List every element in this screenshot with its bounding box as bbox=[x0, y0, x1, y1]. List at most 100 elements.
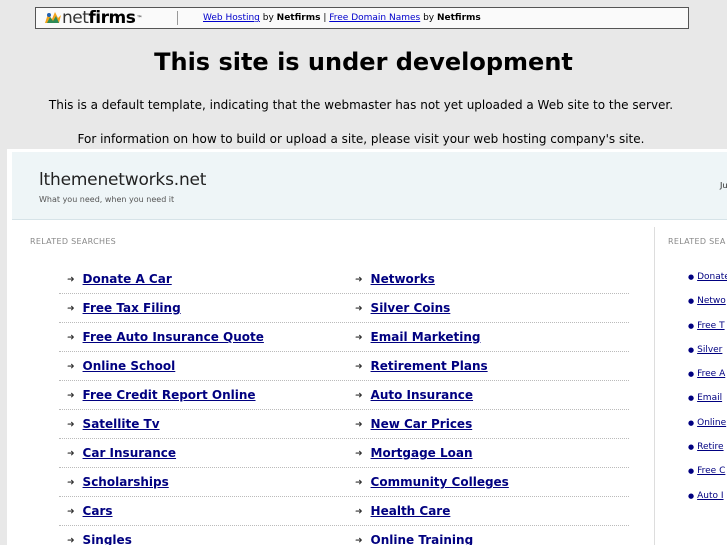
sidebar-related-searches-list: ● Donate ● Netwo ● Free T ● Silver ● Free A ● Email… bbox=[688, 272, 727, 515]
related-search-link[interactable]: Singles bbox=[83, 533, 132, 545]
bullet-icon: ● bbox=[688, 467, 695, 476]
column-divider bbox=[654, 227, 655, 545]
sidebar-search-link[interactable]: Netwo bbox=[697, 296, 726, 306]
sidebar-search-link[interactable]: Online bbox=[697, 418, 726, 428]
arrow-right-icon: ➜ bbox=[355, 449, 363, 459]
arrow-right-icon: ➜ bbox=[355, 304, 363, 314]
sidebar-search-link[interactable]: Retire bbox=[697, 442, 723, 452]
link-row: ➜ Online School ➜ Retirement Plans bbox=[59, 352, 629, 381]
related-search-link[interactable]: Satellite Tv bbox=[83, 417, 160, 431]
bullet-icon: ● bbox=[688, 370, 695, 379]
page-title: This site is under development bbox=[154, 48, 573, 76]
link-row: ➜ Free Tax Filing ➜ Silver Coins bbox=[59, 294, 629, 323]
related-search-item: ➜ Community Colleges bbox=[355, 475, 509, 489]
related-search-link[interactable]: Mortgage Loan bbox=[371, 446, 473, 460]
related-search-link[interactable]: Free Auto Insurance Quote bbox=[83, 330, 264, 344]
related-search-item: ➜ Silver Coins bbox=[355, 301, 450, 315]
related-search-item: ➜ Health Care bbox=[355, 504, 450, 518]
related-search-item: ➜ Free Tax Filing bbox=[67, 301, 181, 315]
sidebar-search-item: ● Silver bbox=[688, 345, 727, 369]
topbar-divider bbox=[177, 11, 178, 25]
related-search-link[interactable]: Free Credit Report Online bbox=[83, 388, 256, 402]
sidebar-search-item: ● Auto I bbox=[688, 491, 727, 515]
netfirms-logo[interactable]: net firms ™ bbox=[44, 9, 142, 27]
link-row: ➜ Satellite Tv ➜ New Car Prices bbox=[59, 410, 629, 439]
arrow-right-icon: ➜ bbox=[67, 478, 75, 488]
netfirms-logo-icon bbox=[45, 12, 61, 23]
related-search-link[interactable]: Donate A Car bbox=[83, 272, 172, 286]
arrow-right-icon: ➜ bbox=[67, 507, 75, 517]
related-search-link[interactable]: Scholarships bbox=[83, 475, 169, 489]
free-domain-names-link[interactable]: Free Domain Names bbox=[329, 13, 420, 23]
related-search-link[interactable]: Online School bbox=[83, 359, 176, 373]
sidebar-search-link[interactable]: Free A bbox=[697, 369, 725, 379]
parked-domain-frame: lthemenetworks.net What you need, when y… bbox=[7, 149, 727, 545]
related-search-link[interactable]: Networks bbox=[371, 272, 435, 286]
sidebar-search-link[interactable]: Donate bbox=[697, 272, 727, 282]
related-search-item: ➜ Scholarships bbox=[67, 475, 169, 489]
netfirms-brand-text: Netfirms bbox=[436, 13, 481, 23]
related-searches-label: RELATED SEARCHES bbox=[30, 237, 117, 246]
arrow-right-icon: ➜ bbox=[355, 391, 363, 401]
logo-text-net: net bbox=[62, 8, 89, 28]
arrow-right-icon: ➜ bbox=[67, 333, 75, 343]
sidebar-search-link[interactable]: Silver bbox=[697, 345, 722, 355]
bullet-icon: ● bbox=[688, 418, 695, 427]
related-search-item: ➜ Auto Insurance bbox=[355, 388, 473, 402]
sidebar-search-link[interactable]: Auto I bbox=[697, 491, 723, 501]
netfirms-brand-text: Netfirms bbox=[276, 13, 321, 23]
arrow-right-icon: ➜ bbox=[67, 304, 75, 314]
related-search-link[interactable]: Cars bbox=[83, 504, 113, 518]
netfirms-top-bar: net firms ™ Web Hosting by Netfirms | Free… bbox=[35, 7, 689, 29]
bullet-icon: ● bbox=[688, 297, 695, 306]
pipe-separator: | bbox=[320, 13, 330, 23]
arrow-right-icon: ➜ bbox=[355, 536, 363, 545]
link-row: ➜ Singles ➜ Online Training bbox=[59, 526, 629, 545]
site-title[interactable]: lthemenetworks.net bbox=[39, 169, 206, 191]
by-text: by bbox=[420, 13, 437, 23]
sidebar-search-item: ● Email bbox=[688, 393, 727, 417]
related-search-link[interactable]: Silver Coins bbox=[371, 301, 451, 315]
bullet-icon: ● bbox=[688, 273, 695, 281]
related-search-link[interactable]: Free Tax Filing bbox=[83, 301, 181, 315]
sidebar-search-link[interactable]: Free T bbox=[697, 321, 724, 331]
hosting-info-message: For information on how to build or uploa… bbox=[77, 132, 645, 146]
related-search-link[interactable]: Online Training bbox=[371, 533, 474, 545]
default-template-message: This is a default template, indicating t… bbox=[48, 98, 674, 112]
related-search-link[interactable]: Community Colleges bbox=[371, 475, 509, 489]
related-searches-label-sidebar: RELATED SEA bbox=[668, 237, 726, 246]
sidebar-search-item: ● Donate bbox=[688, 272, 727, 296]
related-search-link[interactable]: Retirement Plans bbox=[371, 359, 488, 373]
related-search-link[interactable]: Email Marketing bbox=[371, 330, 481, 344]
header-right-text: Ju bbox=[720, 181, 727, 190]
related-search-item: ➜ Singles bbox=[67, 533, 132, 545]
bullet-icon: ● bbox=[688, 491, 695, 500]
related-search-item: ➜ Networks bbox=[355, 272, 435, 286]
arrow-right-icon: ➜ bbox=[67, 536, 75, 545]
related-search-link[interactable]: Car Insurance bbox=[83, 446, 177, 460]
related-search-item: ➜ Free Credit Report Online bbox=[67, 388, 256, 402]
related-searches-list: ➜ Donate A Car ➜ Networks ➜ Free Tax Filing ➜ S… bbox=[59, 265, 629, 545]
topbar-links: Web Hosting by Netfirms | Free Domain Na… bbox=[203, 12, 481, 24]
link-row: ➜ Car Insurance ➜ Mortgage Loan bbox=[59, 439, 629, 468]
related-search-link[interactable]: Health Care bbox=[371, 504, 451, 518]
link-row: ➜ Cars ➜ Health Care bbox=[59, 497, 629, 526]
related-search-item: ➜ Online School bbox=[67, 359, 175, 373]
arrow-right-icon: ➜ bbox=[355, 420, 363, 430]
related-search-link[interactable]: Auto Insurance bbox=[371, 388, 474, 402]
parked-header: lthemenetworks.net What you need, when y… bbox=[12, 152, 727, 220]
web-hosting-link[interactable]: Web Hosting bbox=[203, 13, 260, 23]
sidebar-search-item: ● Free C bbox=[688, 466, 727, 490]
arrow-right-icon: ➜ bbox=[355, 275, 363, 285]
link-row: ➜ Scholarships ➜ Community Colleges bbox=[59, 468, 629, 497]
sidebar-search-link[interactable]: Free C bbox=[697, 466, 725, 476]
sidebar-search-link[interactable]: Email bbox=[697, 393, 722, 403]
bullet-icon: ● bbox=[688, 345, 695, 354]
arrow-right-icon: ➜ bbox=[355, 478, 363, 488]
arrow-right-icon: ➜ bbox=[355, 362, 363, 372]
arrow-right-icon: ➜ bbox=[355, 333, 363, 343]
related-search-item: ➜ Email Marketing bbox=[355, 330, 481, 344]
arrow-right-icon: ➜ bbox=[67, 275, 75, 285]
bullet-icon: ● bbox=[688, 443, 695, 452]
related-search-link[interactable]: New Car Prices bbox=[371, 417, 473, 431]
